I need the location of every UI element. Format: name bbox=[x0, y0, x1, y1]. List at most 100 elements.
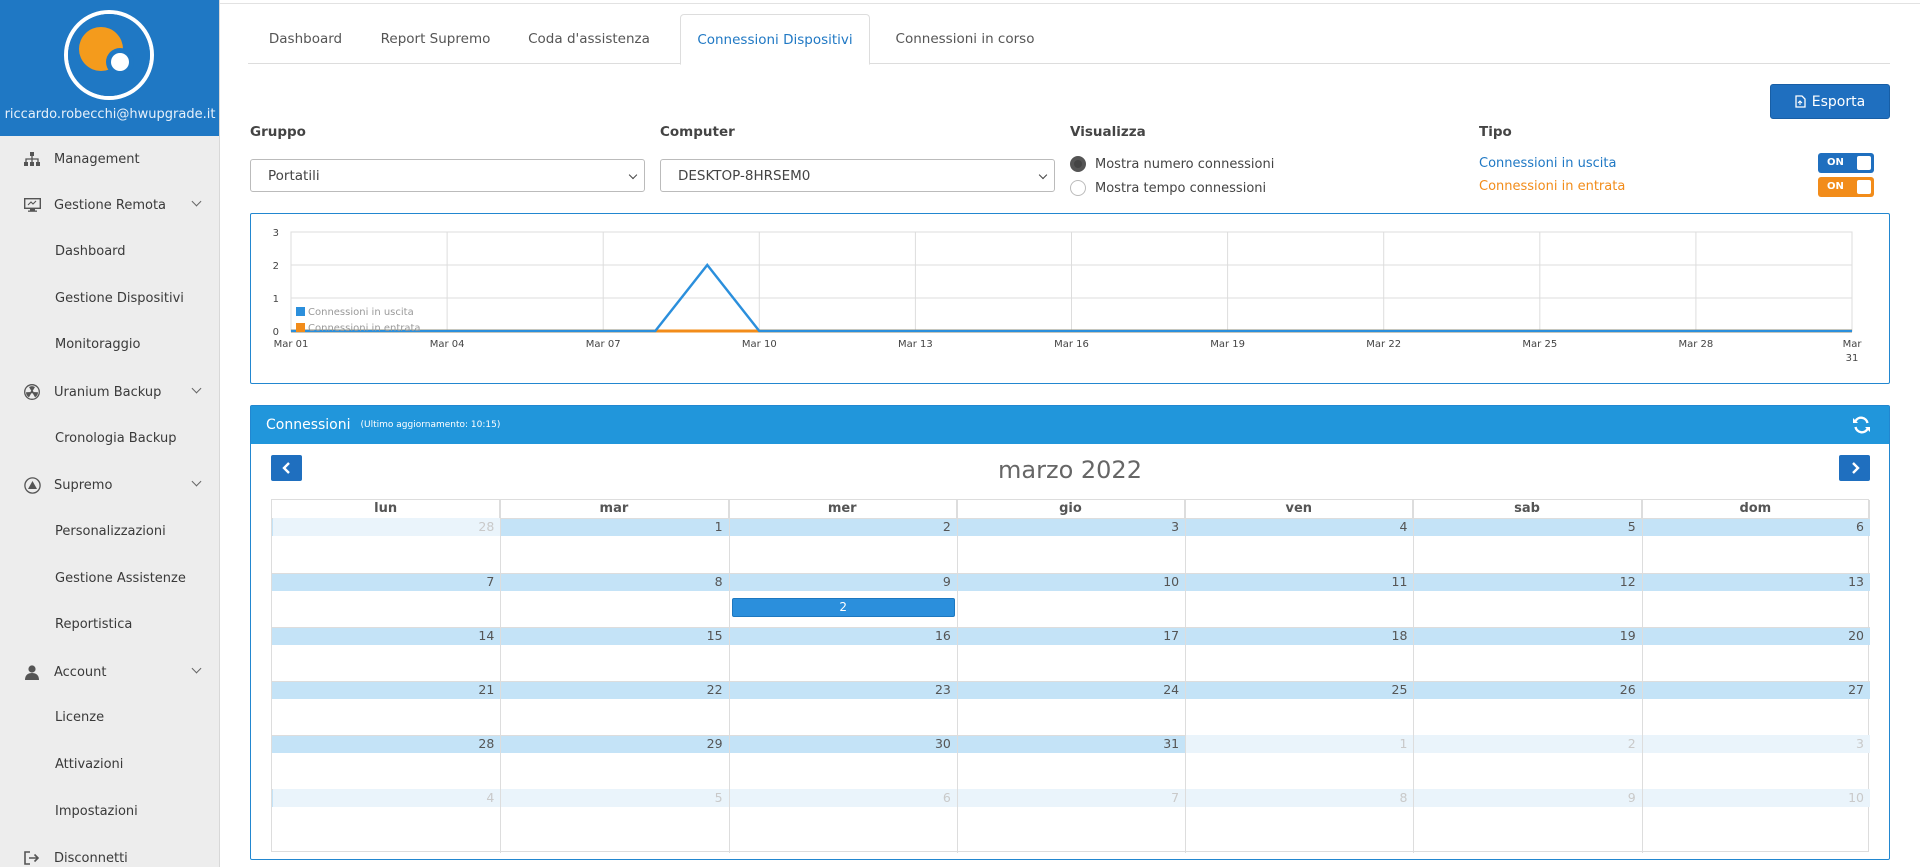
sidebar-item-account[interactable]: Account bbox=[0, 657, 220, 687]
sidebar-item-cronologia-backup[interactable]: Cronologia Backup bbox=[55, 429, 176, 449]
toggle-entrata[interactable]: ON bbox=[1818, 177, 1874, 197]
sidebar-item-dashboard[interactable]: Dashboard bbox=[55, 242, 126, 262]
x-tick-label: Mar 04 bbox=[430, 339, 465, 350]
day-cell[interactable]: 24 bbox=[958, 681, 1185, 699]
chevron-down-icon bbox=[191, 663, 202, 674]
next-month-button[interactable] bbox=[1839, 455, 1870, 481]
tipo-entrata-label: Connessioni in entrata bbox=[1479, 179, 1626, 194]
day-cell[interactable]: 7 bbox=[957, 789, 1186, 807]
day-cell[interactable]: 10 bbox=[958, 573, 1185, 591]
day-cell[interactable]: 4 bbox=[1186, 518, 1413, 536]
gruppo-select[interactable]: Portatili bbox=[250, 159, 645, 192]
weekday-header: gio bbox=[957, 500, 1186, 518]
day-cell[interactable]: 5 bbox=[1414, 518, 1641, 536]
day-cell[interactable]: 12 bbox=[1414, 573, 1641, 591]
day-cell[interactable]: 21 bbox=[273, 681, 500, 699]
sidebar-item-personalizzazioni[interactable]: Personalizzazioni bbox=[55, 522, 166, 542]
day-cell[interactable]: 10 bbox=[1642, 789, 1870, 807]
day-cell[interactable]: 7 bbox=[273, 573, 500, 591]
sidebar-item-management[interactable]: Management bbox=[0, 144, 220, 174]
day-cell[interactable]: 28 bbox=[273, 518, 501, 536]
panel-header: Connessioni (Ultimo aggiornamento: 10:15… bbox=[251, 406, 1889, 444]
connections-chart: 0 1 2 3 Mar 01 Mar 04 Mar 07 Mar 10 Mar 13 Mar 16… bbox=[250, 213, 1890, 384]
day-cell[interactable]: 13 bbox=[1643, 573, 1870, 591]
day-cell[interactable]: 30 bbox=[730, 735, 957, 753]
day-cell[interactable]: 26 bbox=[1414, 681, 1641, 699]
day-cell[interactable]: 17 bbox=[958, 627, 1185, 645]
day-cell[interactable]: 20 bbox=[1643, 627, 1870, 645]
radio-label: Mostra numero connessioni bbox=[1095, 156, 1275, 172]
radio-mostra-tempo[interactable]: Mostra tempo connessioni bbox=[1070, 180, 1266, 196]
refresh-icon[interactable] bbox=[1852, 416, 1871, 438]
panel-subtitle: (Ultimo aggiornamento: 10:15) bbox=[360, 420, 501, 430]
sitemap-icon bbox=[22, 149, 42, 169]
toggle-knob bbox=[1857, 156, 1871, 170]
sidebar-item-gestione-assistenze[interactable]: Gestione Assistenze bbox=[55, 569, 186, 589]
day-cell[interactable]: 25 bbox=[1186, 681, 1413, 699]
sidebar-item-label: Uranium Backup bbox=[54, 384, 162, 400]
day-cell[interactable]: 31 bbox=[958, 735, 1185, 753]
sidebar-item-impostazioni[interactable]: Impostazioni bbox=[55, 802, 138, 822]
day-cell[interactable]: 5 bbox=[501, 789, 729, 807]
sidebar-item-gestione-remota[interactable]: Gestione Remota bbox=[0, 190, 220, 220]
radio-button-checked bbox=[1070, 156, 1086, 172]
day-cell[interactable]: 14 bbox=[273, 627, 500, 645]
computer-select[interactable]: DESKTOP-8HRSEM0 bbox=[660, 159, 1055, 192]
day-cell[interactable]: 1 bbox=[1186, 735, 1414, 753]
tab-coda-assistenza[interactable]: Coda d'assistenza bbox=[508, 14, 670, 64]
day-cell[interactable]: 23 bbox=[730, 681, 957, 699]
day-cell[interactable]: 9 bbox=[1414, 789, 1642, 807]
day-cell[interactable]: 1 bbox=[501, 518, 728, 536]
connection-event[interactable]: 2 bbox=[731, 598, 955, 617]
sidebar-item-supremo[interactable]: Supremo bbox=[0, 470, 220, 500]
x-tick-label: Mar 16 bbox=[1054, 339, 1089, 350]
sidebar-item-attivazioni[interactable]: Attivazioni bbox=[55, 755, 123, 775]
sidebar-item-monitoraggio[interactable]: Monitoraggio bbox=[55, 335, 140, 355]
day-cell[interactable]: 19 bbox=[1414, 627, 1641, 645]
tab-report-supremo[interactable]: Report Supremo bbox=[363, 14, 508, 64]
day-cell[interactable]: 18 bbox=[1186, 627, 1413, 645]
sidebar-item-licenze[interactable]: Licenze bbox=[55, 708, 104, 728]
day-cell[interactable]: 2 bbox=[1414, 735, 1642, 753]
column-separator bbox=[956, 500, 958, 853]
column-separator bbox=[1413, 500, 1415, 853]
day-cell[interactable]: 29 bbox=[501, 735, 728, 753]
sidebar-item-gestione-dispositivi[interactable]: Gestione Dispositivi bbox=[55, 289, 184, 309]
sidebar-item-label: Gestione Remota bbox=[54, 197, 167, 213]
supremo-logo bbox=[64, 10, 154, 100]
user-icon bbox=[22, 662, 42, 682]
day-cell[interactable]: 9 bbox=[730, 573, 957, 591]
line-chart: 0 1 2 3 Mar 01 Mar 04 Mar 07 Mar 10 Mar 13 Mar 16… bbox=[273, 228, 1863, 364]
day-cell[interactable]: 3 bbox=[958, 518, 1185, 536]
sidebar-item-disconnetti[interactable]: Disconnetti bbox=[0, 843, 220, 867]
column-separator bbox=[1641, 500, 1643, 853]
y-tick-label: 3 bbox=[273, 228, 279, 239]
day-cell[interactable]: 16 bbox=[730, 627, 957, 645]
gruppo-value: Portatili bbox=[268, 167, 320, 184]
tab-dashboard[interactable]: Dashboard bbox=[248, 14, 363, 64]
radio-mostra-numero[interactable]: Mostra numero connessioni bbox=[1070, 156, 1274, 172]
day-cell[interactable]: 15 bbox=[501, 627, 728, 645]
tab-connessioni-in-corso[interactable]: Connessioni in corso bbox=[870, 14, 1060, 64]
day-cell[interactable]: 2 bbox=[730, 518, 957, 536]
day-cell[interactable]: 8 bbox=[501, 573, 728, 591]
top-border bbox=[220, 0, 1920, 4]
export-button[interactable]: Esporta bbox=[1770, 84, 1890, 119]
toggle-uscita[interactable]: ON bbox=[1818, 153, 1874, 173]
day-cell[interactable]: 6 bbox=[729, 789, 957, 807]
day-cell[interactable]: 28 bbox=[273, 735, 500, 753]
day-cell[interactable]: 4 bbox=[273, 789, 501, 807]
toggle-knob bbox=[1857, 180, 1871, 194]
day-cell[interactable]: 22 bbox=[501, 681, 728, 699]
day-cell[interactable]: 11 bbox=[1186, 573, 1413, 591]
file-export-icon bbox=[1795, 95, 1806, 108]
chevron-down-icon bbox=[191, 196, 202, 207]
day-cell[interactable]: 6 bbox=[1643, 518, 1870, 536]
day-cell[interactable]: 27 bbox=[1643, 681, 1870, 699]
day-cell[interactable]: 3 bbox=[1642, 735, 1870, 753]
y-tick-label: 0 bbox=[273, 327, 279, 338]
day-cell[interactable]: 8 bbox=[1186, 789, 1414, 807]
tab-connessioni-dispositivi[interactable]: Connessioni Dispositivi bbox=[680, 14, 870, 65]
sidebar-item-uranium-backup[interactable]: Uranium Backup bbox=[0, 377, 220, 407]
sidebar-item-reportistica[interactable]: Reportistica bbox=[55, 615, 132, 635]
